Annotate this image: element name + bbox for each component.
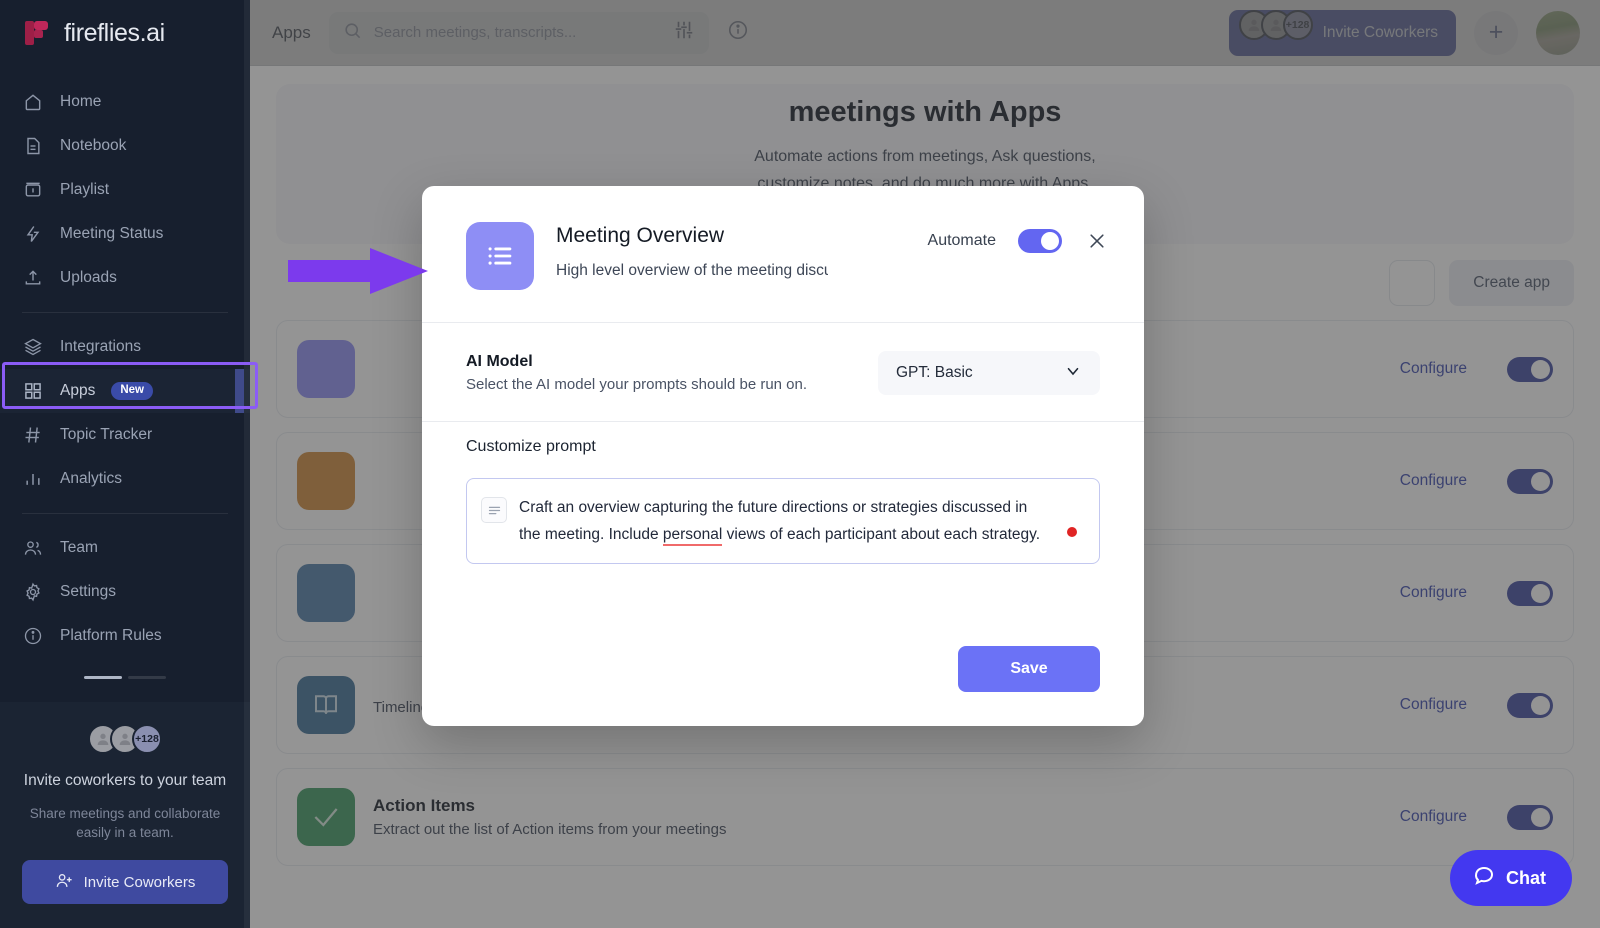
invite-panel-subtitle: Share meetings and collaborate easily in… [29, 805, 221, 840]
text-lines-icon [481, 497, 507, 523]
sidebar-item-meeting-status[interactable]: Meeting Status [0, 212, 250, 256]
brand[interactable]: fireflies.ai [0, 0, 250, 66]
sidebar-item-platform-rules[interactable]: Platform Rules [0, 614, 250, 658]
info-circle-icon [22, 625, 44, 647]
modal-description: High level overview of the meeting discu [556, 262, 828, 279]
pager-dot[interactable] [128, 676, 166, 679]
list-bullets-icon [466, 222, 534, 290]
avatar-stack: +128 [22, 723, 228, 754]
sidebar-item-label: Platform Rules [60, 627, 162, 644]
prompt-text-part2: views of each participant about each str… [722, 525, 1041, 543]
sidebar-item-label: Analytics [60, 470, 123, 487]
ai-model-row: AI Model Select the AI model your prompt… [422, 323, 1144, 421]
customize-prompt-label: Customize prompt [466, 438, 596, 455]
people-icon [22, 537, 44, 559]
upload-icon [22, 267, 44, 289]
invite-coworkers-button[interactable]: Invite Coworkers [22, 860, 228, 904]
app-config-modal: Meeting Overview High level overview of … [422, 186, 1144, 726]
brand-name: fireflies.ai [64, 18, 165, 47]
pager-dot-active[interactable] [84, 676, 122, 679]
sidebar-scrollbar[interactable] [244, 0, 250, 928]
ai-model-title: AI Model [466, 353, 533, 370]
hash-icon [22, 424, 44, 446]
home-icon [22, 91, 44, 113]
close-icon[interactable] [1084, 228, 1110, 254]
modal-header: Meeting Overview High level overview of … [422, 186, 1144, 322]
sidebar-item-team[interactable]: Team [0, 526, 250, 570]
chevron-down-icon [1064, 362, 1082, 385]
invite-button-label: Invite Coworkers [83, 873, 196, 891]
bar-chart-icon [22, 468, 44, 490]
sidebar-item-label: Integrations [60, 338, 141, 355]
prompt-input[interactable]: Craft an overview capturing the future d… [466, 478, 1100, 564]
error-dot-indicator [1067, 527, 1077, 537]
user-plus-icon [55, 871, 74, 894]
sidebar-item-label: Meeting Status [60, 225, 164, 242]
annotation-arrow [288, 248, 428, 294]
modal-footer: Save [422, 646, 1144, 726]
sidebar-pager[interactable] [0, 676, 250, 679]
sidebar-item-label: Home [60, 93, 102, 110]
sidebar-item-label: Notebook [60, 137, 127, 154]
sidebar-item-label: Uploads [60, 269, 117, 286]
gear-icon [22, 581, 44, 603]
prompt-section: Customize prompt Craft an overview captu… [422, 422, 1144, 564]
ai-model-selected-value: GPT: Basic [896, 364, 973, 381]
prompt-text: Craft an overview capturing the future d… [519, 495, 1081, 549]
sidebar-item-label: Settings [60, 583, 117, 600]
invite-panel-title: Invite coworkers to your team [23, 771, 227, 789]
sidebar-item-playlist[interactable]: Playlist [0, 168, 250, 212]
ai-model-select[interactable]: GPT: Basic [878, 351, 1100, 395]
notebook-icon [22, 135, 44, 157]
sidebar: fireflies.ai Home Notebook Playlist Meet… [0, 0, 250, 928]
sidebar-item-apps[interactable]: Apps New [0, 369, 250, 413]
avatar-overflow-count: +128 [132, 723, 162, 754]
automate-label: Automate [927, 232, 996, 249]
sidebar-item-topic-tracker[interactable]: Topic Tracker [0, 413, 250, 457]
ai-model-subtitle: Select the AI model your prompts should … [466, 376, 808, 393]
sidebar-item-home[interactable]: Home [0, 80, 250, 124]
nav-primary: Home Notebook Playlist Meeting Status Up… [0, 66, 250, 300]
sidebar-item-label: Team [60, 539, 98, 556]
automate-toggle[interactable] [1018, 229, 1062, 253]
modal-title: Meeting Overview [556, 224, 725, 247]
sidebar-item-uploads[interactable]: Uploads [0, 256, 250, 300]
sidebar-item-integrations[interactable]: Integrations [0, 325, 250, 369]
save-button[interactable]: Save [958, 646, 1100, 692]
nav-secondary: Integrations Apps New Topic Tracker Anal… [0, 325, 250, 501]
sidebar-item-label: Apps [60, 382, 96, 399]
nav-divider [22, 312, 228, 313]
nav-divider [22, 513, 228, 514]
chat-bubble-icon [1472, 864, 1496, 893]
fireflies-logo-icon [22, 18, 52, 48]
sidebar-item-settings[interactable]: Settings [0, 570, 250, 614]
layers-icon [22, 336, 44, 358]
sidebar-item-label: Playlist [60, 181, 110, 198]
nav-tertiary: Team Settings Platform Rules [0, 526, 250, 658]
sidebar-item-notebook[interactable]: Notebook [0, 124, 250, 168]
playlist-icon [22, 179, 44, 201]
badge-new: New [111, 382, 153, 400]
invite-panel: +128 Invite coworkers to your team Share… [0, 701, 250, 928]
grid-icon [22, 380, 44, 402]
sidebar-item-label: Topic Tracker [60, 426, 153, 443]
chat-button[interactable]: Chat [1450, 850, 1572, 906]
sidebar-item-analytics[interactable]: Analytics [0, 457, 250, 501]
active-indicator [235, 369, 244, 413]
chat-label: Chat [1506, 867, 1546, 888]
lightning-icon [22, 223, 44, 245]
prompt-misspelled-word: personal [662, 525, 723, 546]
topbar-backdrop [250, 0, 1600, 66]
